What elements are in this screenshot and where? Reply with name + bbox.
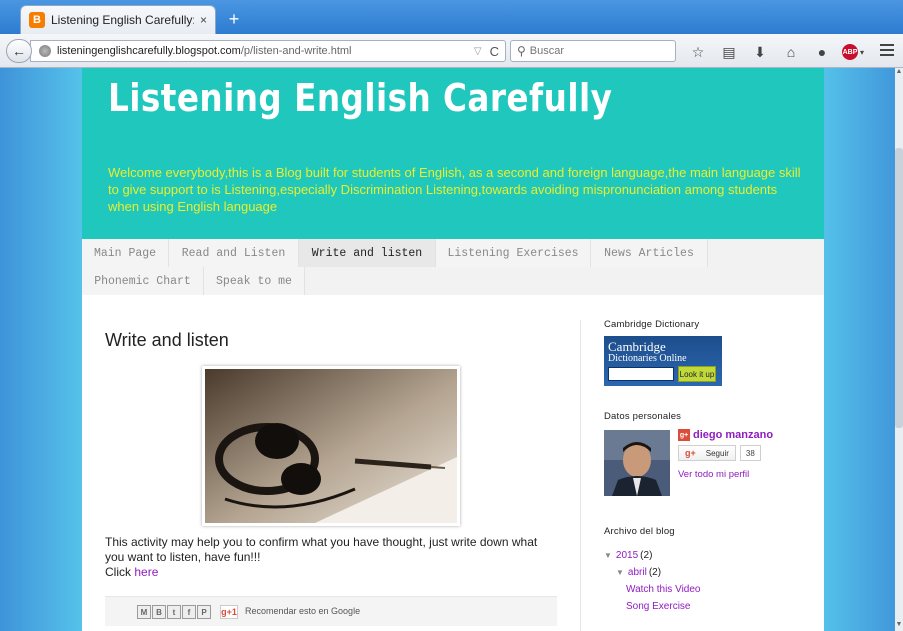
follower-count: 38 (739, 445, 761, 461)
browser-tab-strip: B Listening English Carefully: W... × + (0, 0, 903, 34)
twitter-share-icon[interactable]: t (167, 605, 181, 619)
search-icon: ⚲ (517, 44, 526, 58)
pinterest-share-icon[interactable]: P (197, 605, 211, 619)
view-full-profile-link[interactable]: Ver todo mi perfil (678, 469, 749, 480)
archive-post-link[interactable]: Watch this Video (626, 581, 700, 598)
archive-year-link[interactable]: 2015 (616, 547, 638, 564)
gplus-one-button[interactable]: g+1 (220, 605, 238, 619)
home-icon[interactable]: ⌂ (779, 42, 803, 62)
blogthis-share-icon[interactable]: B (152, 605, 166, 619)
tab-speak-to-me[interactable]: Speak to me (204, 267, 305, 295)
new-tab-button[interactable]: + (222, 9, 246, 29)
archive-month-count: (2) (648, 567, 662, 578)
pages-tabs-row-1: Main Page Read and Listen Write and list… (82, 239, 824, 267)
profile-widget-title: Datos personales (604, 411, 682, 422)
pages-tabs-row-2: Phonemic Chart Speak to me (82, 267, 824, 295)
look-it-up-button[interactable]: Look it up (678, 366, 716, 382)
blog-archive: ▼ 2015 (2) ▼ abril (2) Watch this Video … (604, 547, 702, 615)
chat-icon[interactable]: ● (810, 42, 834, 62)
tab-title: Listening English Carefully: W... (51, 13, 194, 27)
address-bar[interactable]: listeningenglishcarefully.blogspot.com/p… (30, 40, 506, 62)
profile-photo (604, 430, 670, 496)
gplus-follow-icon: g+ (685, 448, 696, 458)
blogger-favicon-icon: B (29, 12, 45, 28)
email-share-icon[interactable]: M (137, 605, 151, 619)
avatar[interactable] (604, 430, 670, 496)
blog-header: Listening English Carefully Welcome ever… (82, 68, 824, 239)
follow-button[interactable]: g+ Seguir (678, 445, 736, 461)
site-identity-icon[interactable] (39, 45, 51, 57)
archive-post-row: Watch this Video (604, 581, 702, 598)
tab-read-and-listen[interactable]: Read and Listen (169, 239, 299, 267)
cambridge-search-input[interactable] (608, 367, 674, 381)
click-label: Click (105, 565, 131, 579)
toolbar-icons: ☆ ▤ ⬇ ⌂ ● ABP ▾ (686, 42, 872, 62)
tab-main-page[interactable]: Main Page (82, 239, 169, 267)
browser-tab[interactable]: B Listening English Carefully: W... × (20, 5, 216, 34)
archive-month-row: ▼ abril (2) (604, 564, 702, 581)
blog-title[interactable]: Listening English Carefully (108, 76, 612, 120)
archive-widget-title: Archivo del blog (604, 526, 675, 537)
archive-month-link[interactable]: abril (628, 564, 647, 581)
archive-post-link[interactable]: Song Exercise (626, 598, 690, 615)
back-button[interactable]: ← (6, 39, 32, 63)
search-input[interactable] (529, 45, 660, 57)
sidebar-divider (580, 320, 581, 631)
url-host: listeningenglishcarefully.blogspot.com (57, 45, 241, 57)
gplus-badge-icon: g+ (678, 429, 690, 441)
cambridge-widget-title: Cambridge Dictionary (604, 319, 700, 330)
profile-name[interactable]: g+ diego manzano (678, 429, 773, 441)
here-link[interactable]: here (134, 565, 158, 579)
navigation-bar: listeningenglishcarefully.blogspot.com/p… (0, 34, 903, 68)
share-bar: M B t f P g+1 Recomendar esto en Google (105, 596, 557, 626)
blog-container: Listening English Carefully Welcome ever… (82, 68, 824, 631)
reload-icon[interactable]: C (490, 44, 499, 59)
cambridge-dictionary-widget: Cambridge Dictionaries Online Look it up (604, 336, 722, 386)
back-arrow-icon: ← (12, 43, 26, 59)
post-image[interactable] (202, 366, 460, 526)
share-buttons: M B t f P (137, 605, 212, 619)
headphones-photo (205, 369, 457, 523)
archive-year-count: (2) (640, 550, 653, 561)
page-viewport: Listening English Carefully Welcome ever… (0, 68, 903, 631)
tab-phonemic-chart[interactable]: Phonemic Chart (82, 267, 204, 295)
tab-write-and-listen[interactable]: Write and listen (299, 239, 436, 267)
adblock-plus-button[interactable]: ABP ▾ (841, 42, 865, 62)
tab-listening-exercises[interactable]: Listening Exercises (436, 239, 591, 267)
scroll-down-icon[interactable]: ▼ (895, 621, 903, 631)
collapse-triangle-icon[interactable]: ▼ (616, 564, 624, 581)
url-path: /p/listen-and-write.html (240, 45, 352, 57)
url-dropdown-icon[interactable]: ▽ (474, 46, 482, 57)
scrollbar-thumb[interactable] (895, 148, 903, 428)
archive-year-row: ▼ 2015 (2) (604, 547, 702, 564)
hamburger-menu-icon[interactable] (880, 44, 894, 58)
url-text[interactable]: listeningenglishcarefully.blogspot.com/p… (57, 45, 474, 57)
bookmark-star-icon[interactable]: ☆ (686, 42, 710, 62)
cambridge-logo-line2: Dictionaries Online (608, 353, 687, 364)
tab-news-articles[interactable]: News Articles (591, 239, 708, 267)
blog-description: Welcome everybody,this is a Blog built f… (108, 165, 801, 214)
follow-widget: g+ Seguir 38 (678, 445, 761, 461)
search-box[interactable]: ⚲ (510, 40, 676, 62)
facebook-share-icon[interactable]: f (182, 605, 196, 619)
recommend-text: Recomendar esto en Google (245, 606, 361, 616)
adblock-plus-icon: ABP (841, 44, 858, 60)
scroll-up-icon[interactable]: ▲ (895, 68, 903, 78)
archive-post-row: Song Exercise (604, 598, 702, 615)
tab-close-icon[interactable]: × (200, 13, 207, 27)
collapse-triangle-icon[interactable]: ▼ (604, 547, 612, 564)
post-body-text: This activity may help you to confirm wh… (105, 535, 538, 564)
vertical-scrollbar[interactable]: ▲ ▼ (895, 68, 903, 631)
post-title: Write and listen (105, 330, 229, 350)
bookmarks-list-icon[interactable]: ▤ (717, 42, 741, 62)
follow-label: Seguir (705, 448, 729, 458)
downloads-icon[interactable]: ⬇ (748, 42, 772, 62)
post-body: This activity may help you to confirm wh… (105, 535, 555, 580)
profile-name-text[interactable]: diego manzano (693, 429, 773, 441)
